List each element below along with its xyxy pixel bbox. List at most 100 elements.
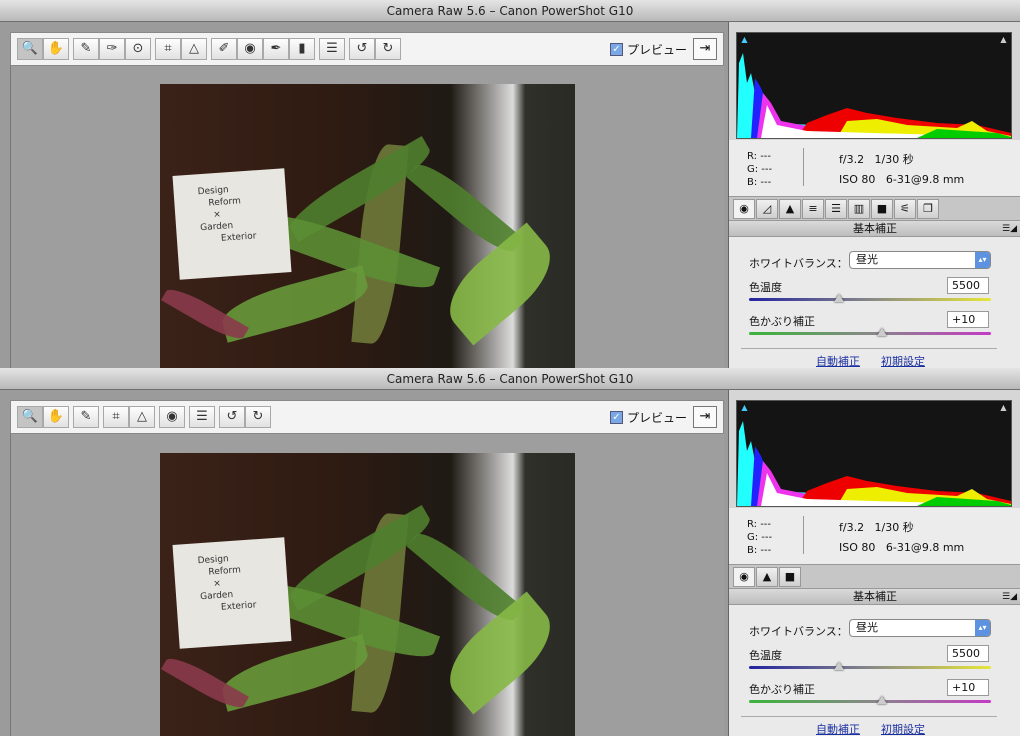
default-link[interactable]: 初期設定: [881, 353, 925, 368]
red-eye-tool[interactable]: ◉: [237, 38, 263, 60]
highlight-clipping-warning-icon[interactable]: ▲: [998, 403, 1009, 412]
panel-tab-8[interactable]: ❐: [917, 199, 939, 219]
auto-link[interactable]: 自動補正: [816, 353, 860, 368]
straighten-tool-icon: △: [137, 409, 147, 424]
rotate-right-button-icon: ↻: [382, 41, 394, 56]
preferences-button-icon: ☰: [326, 41, 338, 56]
checkbox-checked-icon[interactable]: ✓: [609, 43, 623, 56]
default-link[interactable]: 初期設定: [881, 721, 925, 736]
color-sampler-tool[interactable]: ✑: [99, 38, 125, 60]
tint-label: 色かぶり補正: [749, 683, 815, 696]
crop-tool-icon: ⌗: [112, 409, 120, 424]
fullscreen-button[interactable]: ⇥: [693, 406, 717, 428]
white-balance-tool[interactable]: ✎: [73, 406, 99, 428]
crop-tool[interactable]: ⌗: [103, 406, 129, 428]
white-balance-tool-icon: ✎: [80, 409, 92, 424]
temperature-input[interactable]: 5500: [947, 645, 989, 662]
tint-slider[interactable]: [749, 696, 991, 704]
red-eye-tool-icon: ◉: [166, 409, 178, 424]
color-sampler-tool-icon: ✑: [106, 41, 118, 56]
crop-tool-icon: ⌗: [164, 41, 172, 56]
temperature-slider-thumb[interactable]: [833, 294, 844, 302]
preview-toggle[interactable]: ✓ プレビュー: [609, 409, 687, 426]
tint-input[interactable]: +10: [947, 679, 989, 696]
panel-tab-7[interactable]: ⚟: [894, 199, 916, 219]
panel-tab-1[interactable]: ▲: [756, 567, 778, 587]
checkbox-checked-icon[interactable]: ✓: [609, 411, 623, 424]
temperature-label: 色温度: [749, 649, 782, 662]
panel-tab-5[interactable]: ▥: [848, 199, 870, 219]
red-eye-tool-icon: ◉: [244, 41, 256, 56]
window-title: Camera Raw 5.6 – Canon PowerShot G10: [0, 0, 1020, 22]
hand-tool[interactable]: ✋: [43, 406, 69, 428]
graduated-filter-tool[interactable]: ▮: [289, 38, 315, 60]
zoom-tool[interactable]: 🔍: [17, 406, 43, 428]
camera-raw-window: Camera Raw 5.6 – Canon PowerShot G10 🔍 ✋ ✎…: [0, 368, 1020, 736]
tint-slider-thumb[interactable]: [877, 696, 888, 704]
panel-tabs: ◉ ▲ ■: [729, 564, 1020, 588]
preview-toggle[interactable]: ✓ プレビュー: [609, 41, 687, 58]
panel-tab-4[interactable]: ☰: [825, 199, 847, 219]
spot-removal-tool-icon: ✐: [218, 41, 230, 56]
temperature-slider[interactable]: [749, 294, 991, 302]
fullscreen-button[interactable]: ⇥: [693, 38, 717, 60]
zoom-tool-icon: 🔍: [21, 409, 39, 424]
adjustment-brush-tool-icon: ✒: [270, 41, 282, 56]
camera-raw-window: Camera Raw 5.6 – Canon PowerShot G10 🔍 ✋ ✎…: [0, 0, 1020, 368]
window-title: Camera Raw 5.6 – Canon PowerShot G10: [0, 368, 1020, 390]
white-balance-select[interactable]: 昼光 ▴▾: [849, 251, 991, 269]
garden-sign: Design Reform × Garden Exterior: [172, 537, 292, 649]
panel-tab-6[interactable]: ■: [871, 199, 893, 219]
panel-tab-0[interactable]: ◉: [733, 567, 755, 587]
tint-input[interactable]: +10: [947, 311, 989, 328]
shadow-clipping-warning-icon[interactable]: ▲: [739, 35, 750, 44]
preferences-button[interactable]: ☰: [189, 406, 215, 428]
histogram: ▲ ▲: [736, 400, 1012, 507]
rotate-left-button[interactable]: ↺: [349, 38, 375, 60]
auto-link[interactable]: 自動補正: [816, 721, 860, 736]
temperature-slider-thumb[interactable]: [833, 662, 844, 670]
tint-slider-thumb[interactable]: [877, 328, 888, 336]
zoom-tool-icon: 🔍: [21, 41, 39, 56]
panel-header: 基本補正 ☰◢: [729, 220, 1020, 237]
tint-slider[interactable]: [749, 328, 991, 336]
panel-tab-3[interactable]: ≡: [802, 199, 824, 219]
preview-label: プレビュー: [626, 411, 687, 425]
rotate-left-button[interactable]: ↺: [219, 406, 245, 428]
hand-tool-icon: ✋: [47, 41, 65, 56]
preferences-button[interactable]: ☰: [319, 38, 345, 60]
crop-tool[interactable]: ⌗: [155, 38, 181, 60]
panel-menu-icon[interactable]: ☰◢: [1002, 221, 1017, 237]
temperature-label: 色温度: [749, 281, 782, 294]
exif-readout: f/3.2 1/30 秒 ISO 80 6-31@9.8 mm: [839, 153, 965, 186]
panel-tab-1[interactable]: ◿: [756, 199, 778, 219]
temperature-input[interactable]: 5500: [947, 277, 989, 294]
temperature-slider[interactable]: [749, 662, 991, 670]
rotate-right-button[interactable]: ↻: [375, 38, 401, 60]
spot-removal-tool[interactable]: ✐: [211, 38, 237, 60]
panel-tab-2[interactable]: ■: [779, 567, 801, 587]
panel-menu-icon[interactable]: ☰◢: [1002, 589, 1017, 605]
right-panel: ▲ ▲ R: --- G: --- B: --- f/3.2 1/30 秒 ISO 8…: [728, 390, 1020, 736]
shadow-clipping-warning-icon[interactable]: ▲: [739, 403, 750, 412]
rotate-right-button[interactable]: ↻: [245, 406, 271, 428]
hand-tool[interactable]: ✋: [43, 38, 69, 60]
panel-tab-0[interactable]: ◉: [733, 199, 755, 219]
zoom-tool[interactable]: 🔍: [17, 38, 43, 60]
garden-sign: Design Reform × Garden Exterior: [172, 168, 292, 280]
straighten-tool[interactable]: △: [181, 38, 207, 60]
rotate-left-button-icon: ↺: [226, 409, 238, 424]
hand-tool-icon: ✋: [47, 409, 65, 424]
red-eye-tool[interactable]: ◉: [159, 406, 185, 428]
panel-tab-2[interactable]: ▲: [779, 199, 801, 219]
highlight-clipping-warning-icon[interactable]: ▲: [998, 35, 1009, 44]
rotate-left-button-icon: ↺: [356, 41, 368, 56]
targeted-adjustment-tool[interactable]: ⊙: [125, 38, 151, 60]
straighten-tool-icon: △: [189, 41, 199, 56]
adjustment-brush-tool[interactable]: ✒: [263, 38, 289, 60]
white-balance-select[interactable]: 昼光 ▴▾: [849, 619, 991, 637]
histogram: ▲ ▲: [736, 32, 1012, 139]
straighten-tool[interactable]: △: [129, 406, 155, 428]
exif-readout: f/3.2 1/30 秒 ISO 80 6-31@9.8 mm: [839, 521, 965, 554]
white-balance-tool[interactable]: ✎: [73, 38, 99, 60]
